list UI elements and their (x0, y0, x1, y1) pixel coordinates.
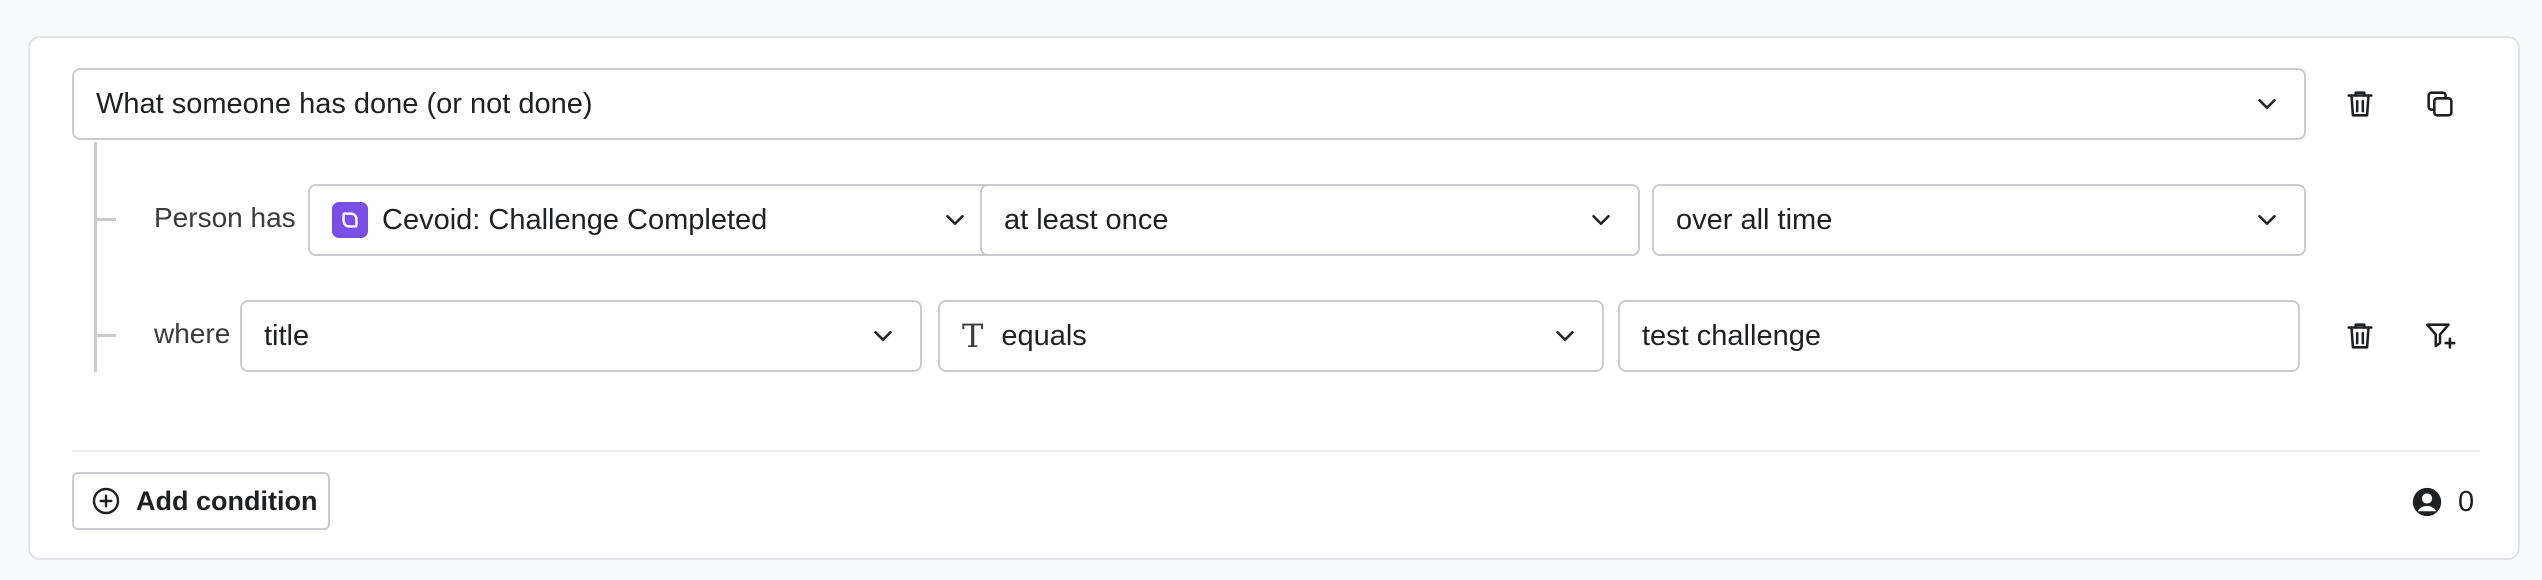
cevoid-logo-icon (332, 202, 368, 238)
duplicate-condition-button[interactable] (2414, 78, 2466, 130)
timeframe-select[interactable]: over all time (1652, 184, 2306, 256)
event-select[interactable]: Cevoid: Challenge Completed (308, 184, 994, 256)
footer-divider (72, 450, 2480, 452)
where-label: where (154, 318, 231, 349)
chevron-down-icon (2252, 89, 2282, 119)
chevron-down-icon (2252, 205, 2282, 235)
property-select[interactable]: title (240, 300, 922, 372)
frequency-value: at least once (1004, 203, 1169, 236)
filter-value-input[interactable]: test challenge (1618, 300, 2300, 372)
frequency-select[interactable]: at least once (980, 184, 1640, 256)
tree-branch (94, 334, 116, 337)
delete-condition-button[interactable] (2334, 78, 2386, 130)
tree-connector (94, 142, 97, 372)
chevron-down-icon (1550, 321, 1580, 351)
chevron-down-icon (1586, 205, 1616, 235)
profile-count: 0 (2410, 480, 2474, 524)
trash-icon (2343, 319, 2377, 353)
add-filter-button[interactable] (2414, 310, 2466, 362)
profile-count-value: 0 (2458, 485, 2475, 518)
text-type-icon: T (962, 317, 984, 355)
property-value: title (264, 319, 310, 352)
operator-value: equals (1001, 319, 1087, 352)
delete-filter-button[interactable] (2334, 310, 2386, 362)
tree-branch (94, 218, 116, 221)
filter-plus-icon (2423, 319, 2457, 353)
chevron-down-icon (868, 321, 898, 351)
person-has-label: Person has (154, 202, 296, 233)
condition-card: What someone has done (or not done) Pers… (28, 36, 2520, 560)
event-value: Cevoid: Challenge Completed (382, 203, 768, 236)
copy-icon (2423, 87, 2457, 121)
timeframe-value: over all time (1676, 203, 1833, 236)
user-circle-icon (2410, 485, 2444, 519)
filter-value-text: test challenge (1642, 319, 1821, 352)
add-condition-button[interactable]: Add condition (72, 472, 330, 530)
add-condition-label: Add condition (136, 485, 318, 516)
condition-type-select[interactable]: What someone has done (or not done) (72, 68, 2306, 140)
operator-select[interactable]: T equals (938, 300, 1604, 372)
chevron-down-icon (940, 205, 970, 235)
condition-type-value: What someone has done (or not done) (96, 87, 593, 120)
plus-circle-icon (90, 485, 122, 517)
trash-icon (2343, 87, 2377, 121)
